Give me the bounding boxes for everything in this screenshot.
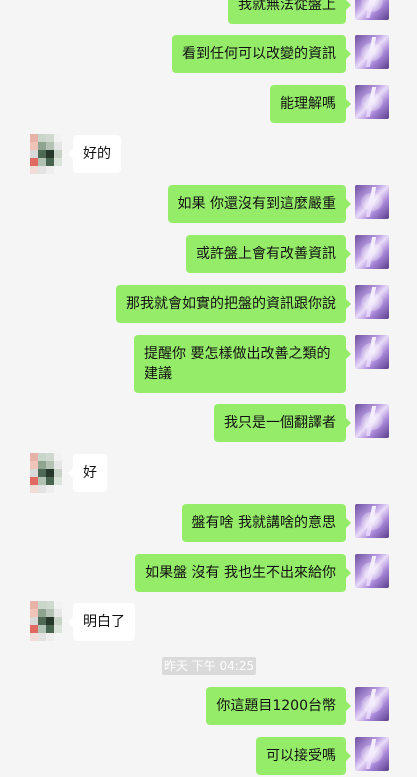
- sent-message-bubble[interactable]: 可以接受嗎: [256, 737, 351, 775]
- self-avatar[interactable]: [355, 504, 389, 538]
- sent-message-bubble[interactable]: 如果 你還沒有到這麼嚴重: [167, 185, 352, 223]
- sent-message-bubble[interactable]: 我只是一個翻譯者: [214, 404, 351, 442]
- sent-message-bubble[interactable]: 或許盤上會有改善資訊: [186, 235, 351, 273]
- self-avatar[interactable]: [355, 285, 389, 319]
- received-message-bubble[interactable]: 明白了: [68, 603, 135, 641]
- chat-history[interactable]: 我就無法從盤上 看到任何可以改變的資訊 能理解嗎 好的 如果 你還沒有到這麼嚴重…: [0, 0, 417, 777]
- timestamp-label: 昨天 下午 04:25: [162, 657, 256, 675]
- self-avatar[interactable]: [355, 85, 389, 119]
- self-avatar[interactable]: [355, 687, 389, 721]
- sent-message-bubble[interactable]: 盤有啥 我就講啥的意思: [181, 504, 352, 542]
- sent-message-bubble[interactable]: 那我就會如實的把盤的資訊跟你說: [116, 285, 351, 323]
- received-message-bubble[interactable]: 好的: [68, 135, 121, 173]
- contact-avatar[interactable]: [30, 601, 70, 641]
- self-avatar[interactable]: [355, 404, 389, 438]
- sent-message-bubble[interactable]: 看到任何可以改變的資訊: [172, 35, 351, 73]
- sent-message-bubble[interactable]: 我就無法從盤上: [228, 0, 351, 24]
- self-avatar[interactable]: [355, 554, 389, 588]
- self-avatar[interactable]: [355, 737, 389, 771]
- sent-message-bubble[interactable]: 提醒你 要怎樣做出改善之類的建議: [134, 335, 351, 393]
- sent-message-bubble[interactable]: 你這題目1200台幣: [206, 687, 351, 725]
- self-avatar[interactable]: [355, 35, 389, 69]
- sent-message-bubble[interactable]: 如果盤 沒有 我也生不出來給你: [135, 554, 351, 592]
- self-avatar[interactable]: [355, 0, 389, 20]
- self-avatar[interactable]: [355, 235, 389, 269]
- self-avatar[interactable]: [355, 335, 389, 369]
- contact-avatar[interactable]: [30, 134, 70, 174]
- self-avatar[interactable]: [355, 185, 389, 219]
- received-message-bubble[interactable]: 好: [68, 454, 107, 492]
- sent-message-bubble[interactable]: 能理解嗎: [270, 85, 351, 123]
- contact-avatar[interactable]: [30, 453, 70, 493]
